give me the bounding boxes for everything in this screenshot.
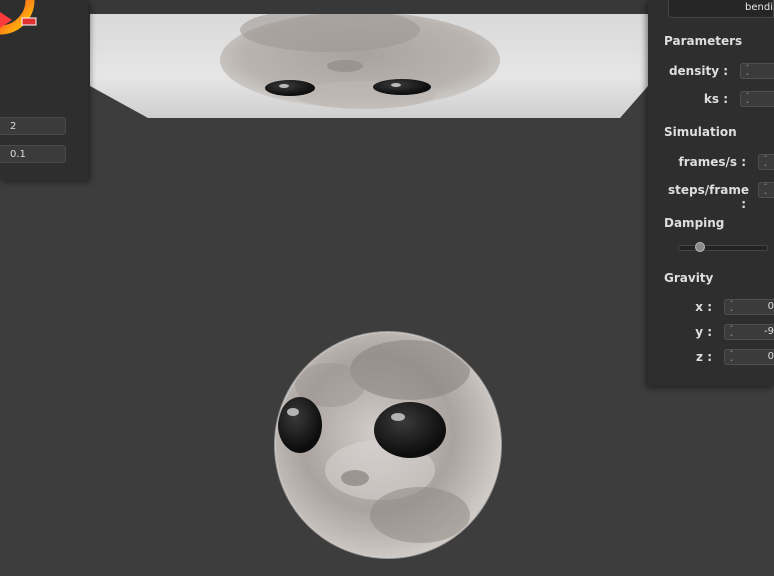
- gravity-z-spinner[interactable]: ⌃ ⌄ 0: [724, 349, 774, 365]
- gravity-z-value: 0: [767, 351, 774, 362]
- damping-slider[interactable]: [678, 242, 768, 252]
- cloth-mesh: [90, 14, 648, 118]
- gravity-x-value: 0: [767, 301, 774, 312]
- spinner-arrows-icon[interactable]: ⌃ ⌄: [762, 156, 769, 168]
- gravity-title: Gravity: [664, 271, 714, 285]
- steps-spinner[interactable]: ⌃ ⌄: [758, 182, 774, 198]
- gravity-y-label: y :: [695, 325, 712, 339]
- left-control-panel: 2 0.1: [0, 0, 88, 180]
- ks-label: ks :: [703, 92, 728, 106]
- fps-label: frames/s :: [678, 155, 746, 169]
- spinner-arrows-icon[interactable]: ⌃ ⌄: [728, 326, 735, 338]
- damping-title: Damping: [664, 216, 725, 230]
- fps-spinner[interactable]: ⌃ ⌄: [758, 154, 774, 170]
- spinner-arrows-icon[interactable]: ⌃ ⌄: [744, 93, 751, 105]
- ks-spinner[interactable]: ⌃ ⌄: [740, 91, 774, 107]
- density-spinner[interactable]: ⌃ ⌄: [740, 63, 774, 79]
- param-field-2[interactable]: 0.1: [0, 145, 66, 163]
- spinner-arrows-icon[interactable]: ⌃ ⌄: [728, 351, 735, 363]
- simulation-title: Simulation: [664, 125, 737, 139]
- bending-mode-button[interactable]: bendi: [668, 0, 774, 18]
- spinner-arrows-icon[interactable]: ⌃ ⌄: [744, 65, 751, 77]
- spinner-arrows-icon[interactable]: ⌃ ⌄: [762, 184, 769, 196]
- viewport-top-band: [88, 0, 648, 14]
- gravity-y-value: -9: [764, 326, 774, 337]
- density-label: density :: [668, 64, 728, 78]
- color-wheel-marker[interactable]: [21, 17, 37, 26]
- sphere-object: [274, 331, 502, 559]
- steps-per-frame-label: steps/frame :: [668, 183, 750, 211]
- gravity-y-spinner[interactable]: ⌃ ⌄ -9: [724, 324, 774, 340]
- right-control-panel: bendi Parameters density : ⌃ ⌄ ks : ⌃ ⌄ Si…: [648, 0, 774, 386]
- spinner-arrows-icon[interactable]: ⌃ ⌄: [728, 301, 735, 313]
- gravity-x-label: x :: [695, 300, 712, 314]
- gravity-x-spinner[interactable]: ⌃ ⌄ 0: [724, 299, 774, 315]
- color-wheel-picker[interactable]: [0, 0, 40, 40]
- parameters-title: Parameters: [664, 34, 743, 48]
- param-field-1[interactable]: 2: [0, 117, 66, 135]
- damping-slider-knob[interactable]: [694, 242, 705, 252]
- gravity-z-label: z :: [696, 350, 712, 364]
